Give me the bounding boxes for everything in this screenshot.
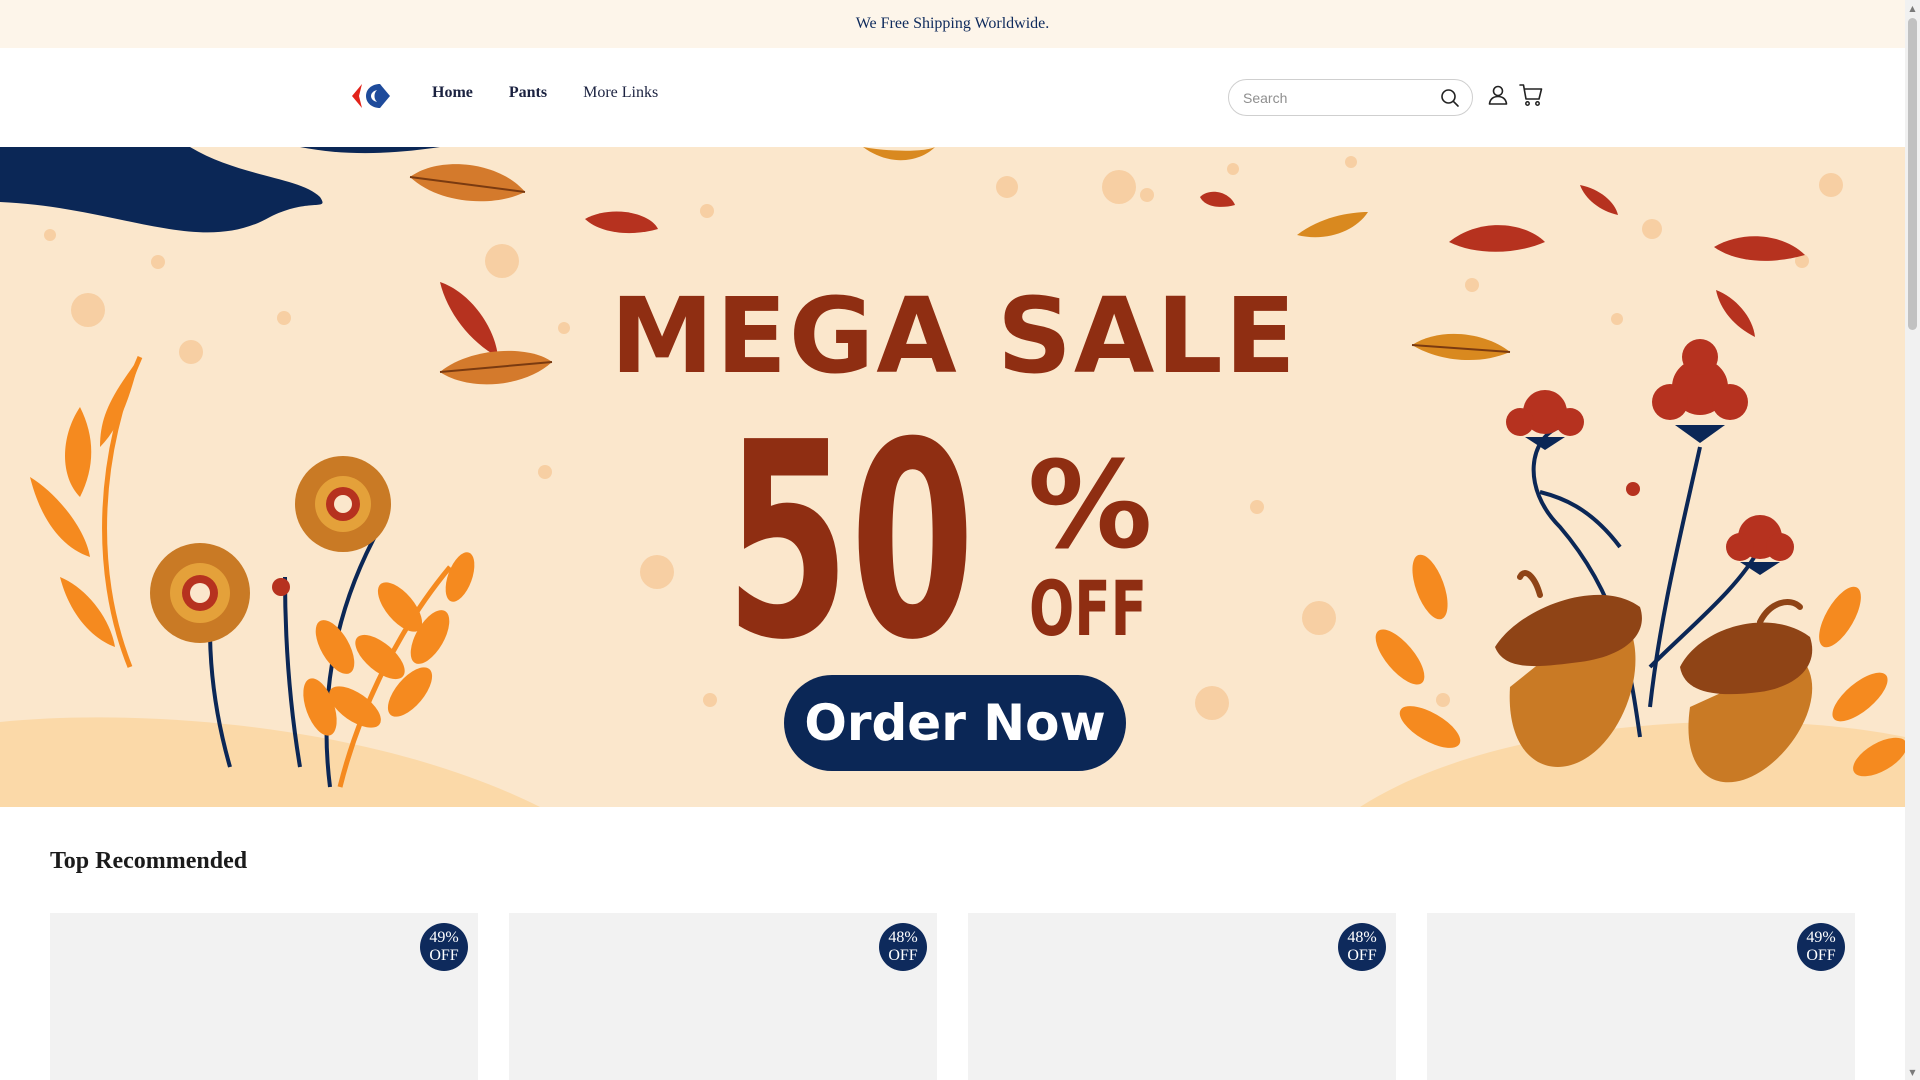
carrefour-logo[interactable] <box>350 80 392 112</box>
main-nav: Home Pants More Links <box>432 84 658 102</box>
page-scrollbar[interactable]: ▲ ▼ <box>1905 0 1920 1080</box>
order-now-button[interactable]: Order Now <box>784 675 1126 771</box>
scroll-up-arrow-icon[interactable]: ▲ <box>1908 2 1917 14</box>
carrefour-logo-icon <box>352 84 390 108</box>
hero-illustration: MEGA SALE 50 % OFF Order Now <box>0 147 1905 807</box>
product-grid: 49% OFF 48% OFF 48% OFF 49% OFF <box>50 913 1855 1080</box>
discount-percent: 48% <box>888 929 918 946</box>
announcement-text: We Free Shipping Worldwide. <box>855 15 1050 32</box>
discount-badge: 48% OFF <box>879 923 927 971</box>
hero-percent-sign: % <box>1028 437 1153 576</box>
site-header: Home Pants More Links <box>0 48 1905 147</box>
nav-pants[interactable]: Pants <box>509 84 547 102</box>
scroll-down-arrow-icon[interactable]: ▼ <box>1908 1066 1917 1078</box>
hero-banner[interactable]: MEGA SALE 50 % OFF Order Now <box>0 147 1905 807</box>
product-card[interactable]: 49% OFF <box>1427 913 1855 1080</box>
discount-percent: 49% <box>1806 929 1836 946</box>
discount-percent: 48% <box>1347 929 1377 946</box>
account-button[interactable] <box>1485 82 1511 108</box>
discount-off: OFF <box>429 947 459 964</box>
order-now-label: Order Now <box>804 694 1105 752</box>
discount-badge: 48% OFF <box>1338 923 1386 971</box>
discount-off: OFF <box>1806 947 1836 964</box>
discount-off: OFF <box>888 947 918 964</box>
hero-off-text: OFF <box>1029 564 1147 653</box>
cart-button[interactable] <box>1518 82 1544 108</box>
section-title-top-recommended: Top Recommended <box>50 848 248 874</box>
search-input[interactable] <box>1243 89 1438 106</box>
scrollbar-thumb[interactable] <box>1908 18 1917 330</box>
discount-badge: 49% OFF <box>1797 923 1845 971</box>
discount-off: OFF <box>1347 947 1377 964</box>
discount-badge: 49% OFF <box>420 923 468 971</box>
page: We Free Shipping Worldwide. Home Pants M… <box>0 0 1905 1080</box>
product-card[interactable]: 48% OFF <box>509 913 937 1080</box>
search-icon <box>1441 88 1459 107</box>
product-card[interactable]: 48% OFF <box>968 913 1396 1080</box>
nav-home[interactable]: Home <box>432 84 473 102</box>
product-card[interactable]: 49% OFF <box>50 913 478 1080</box>
search-box <box>1228 79 1473 116</box>
discount-percent: 49% <box>429 929 459 946</box>
cart-icon <box>1519 84 1543 106</box>
hero-discount-number: 50 <box>725 384 975 699</box>
announcement-bar: We Free Shipping Worldwide. <box>0 0 1905 48</box>
search-button[interactable] <box>1438 86 1462 110</box>
account-icon <box>1488 85 1508 105</box>
hero-headline: MEGA SALE <box>610 275 1297 397</box>
nav-more-links[interactable]: More Links <box>583 84 658 102</box>
